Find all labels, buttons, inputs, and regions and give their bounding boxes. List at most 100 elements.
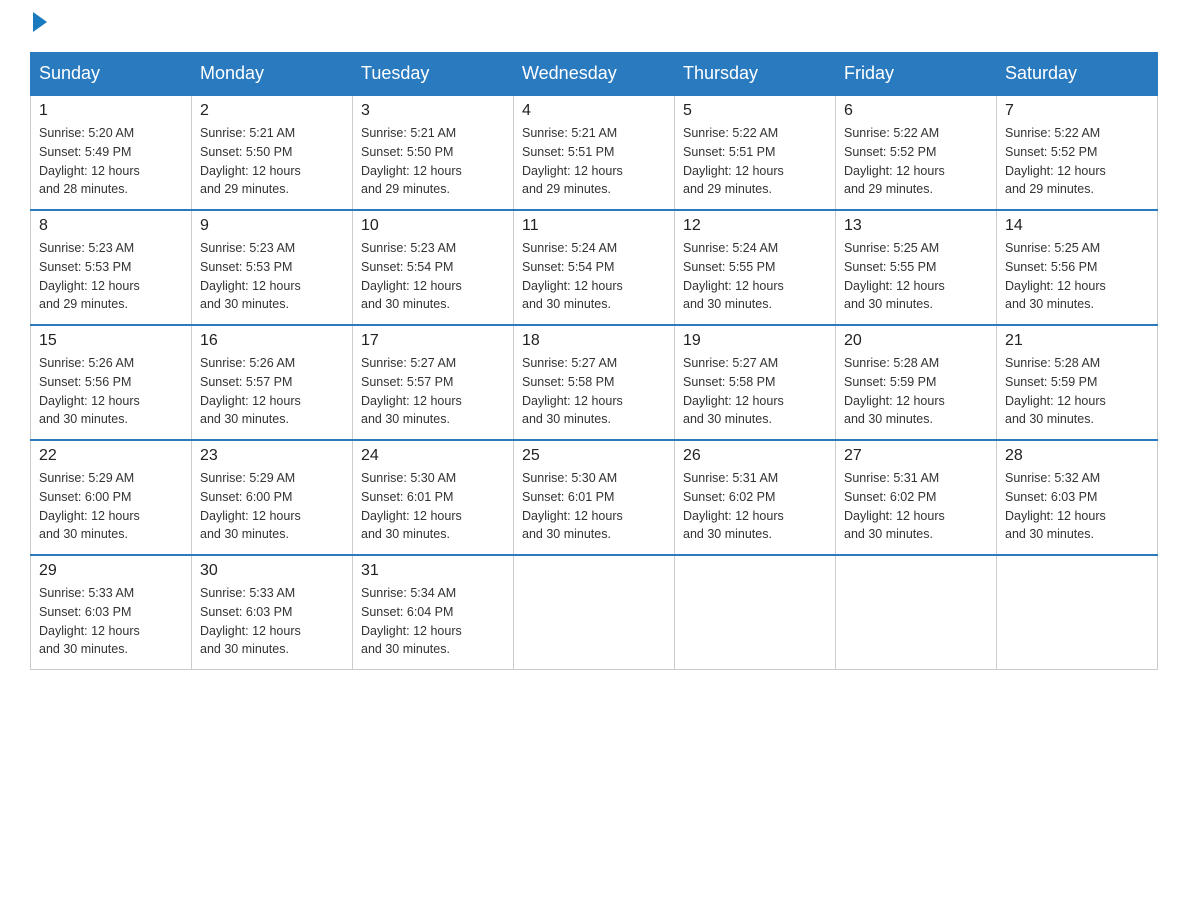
day-number: 19 [683,332,827,350]
calendar-week-row: 22 Sunrise: 5:29 AMSunset: 6:00 PMDaylig… [31,440,1158,555]
logo-arrow-icon [33,12,47,32]
day-number: 4 [522,102,666,120]
day-info: Sunrise: 5:30 AMSunset: 6:01 PMDaylight:… [361,469,505,544]
calendar-cell: 5 Sunrise: 5:22 AMSunset: 5:51 PMDayligh… [675,95,836,210]
calendar-cell: 22 Sunrise: 5:29 AMSunset: 6:00 PMDaylig… [31,440,192,555]
day-number: 31 [361,562,505,580]
day-number: 11 [522,217,666,235]
calendar-week-row: 29 Sunrise: 5:33 AMSunset: 6:03 PMDaylig… [31,555,1158,670]
day-info: Sunrise: 5:33 AMSunset: 6:03 PMDaylight:… [39,584,183,659]
day-header-saturday: Saturday [997,53,1158,96]
calendar-cell: 9 Sunrise: 5:23 AMSunset: 5:53 PMDayligh… [192,210,353,325]
calendar-cell: 15 Sunrise: 5:26 AMSunset: 5:56 PMDaylig… [31,325,192,440]
day-number: 7 [1005,102,1149,120]
calendar-cell: 29 Sunrise: 5:33 AMSunset: 6:03 PMDaylig… [31,555,192,670]
calendar-cell: 1 Sunrise: 5:20 AMSunset: 5:49 PMDayligh… [31,95,192,210]
calendar-cell: 6 Sunrise: 5:22 AMSunset: 5:52 PMDayligh… [836,95,997,210]
page-header [30,20,1158,32]
day-header-sunday: Sunday [31,53,192,96]
calendar-cell: 12 Sunrise: 5:24 AMSunset: 5:55 PMDaylig… [675,210,836,325]
day-info: Sunrise: 5:22 AMSunset: 5:51 PMDaylight:… [683,124,827,199]
calendar-cell: 23 Sunrise: 5:29 AMSunset: 6:00 PMDaylig… [192,440,353,555]
day-header-friday: Friday [836,53,997,96]
calendar-table: SundayMondayTuesdayWednesdayThursdayFrid… [30,52,1158,670]
calendar-cell: 31 Sunrise: 5:34 AMSunset: 6:04 PMDaylig… [353,555,514,670]
calendar-cell: 20 Sunrise: 5:28 AMSunset: 5:59 PMDaylig… [836,325,997,440]
day-info: Sunrise: 5:23 AMSunset: 5:53 PMDaylight:… [39,239,183,314]
logo [30,20,47,32]
day-info: Sunrise: 5:28 AMSunset: 5:59 PMDaylight:… [844,354,988,429]
day-header-row: SundayMondayTuesdayWednesdayThursdayFrid… [31,53,1158,96]
day-number: 2 [200,102,344,120]
day-number: 22 [39,447,183,465]
day-info: Sunrise: 5:31 AMSunset: 6:02 PMDaylight:… [683,469,827,544]
day-info: Sunrise: 5:23 AMSunset: 5:53 PMDaylight:… [200,239,344,314]
day-info: Sunrise: 5:21 AMSunset: 5:50 PMDaylight:… [200,124,344,199]
calendar-cell: 14 Sunrise: 5:25 AMSunset: 5:56 PMDaylig… [997,210,1158,325]
day-info: Sunrise: 5:22 AMSunset: 5:52 PMDaylight:… [1005,124,1149,199]
day-info: Sunrise: 5:34 AMSunset: 6:04 PMDaylight:… [361,584,505,659]
calendar-week-row: 1 Sunrise: 5:20 AMSunset: 5:49 PMDayligh… [31,95,1158,210]
day-info: Sunrise: 5:29 AMSunset: 6:00 PMDaylight:… [39,469,183,544]
day-number: 18 [522,332,666,350]
calendar-body: 1 Sunrise: 5:20 AMSunset: 5:49 PMDayligh… [31,95,1158,670]
day-info: Sunrise: 5:24 AMSunset: 5:55 PMDaylight:… [683,239,827,314]
day-info: Sunrise: 5:21 AMSunset: 5:50 PMDaylight:… [361,124,505,199]
calendar-cell: 27 Sunrise: 5:31 AMSunset: 6:02 PMDaylig… [836,440,997,555]
day-info: Sunrise: 5:21 AMSunset: 5:51 PMDaylight:… [522,124,666,199]
day-header-monday: Monday [192,53,353,96]
calendar-cell: 7 Sunrise: 5:22 AMSunset: 5:52 PMDayligh… [997,95,1158,210]
calendar-cell: 3 Sunrise: 5:21 AMSunset: 5:50 PMDayligh… [353,95,514,210]
calendar-week-row: 8 Sunrise: 5:23 AMSunset: 5:53 PMDayligh… [31,210,1158,325]
calendar-cell [836,555,997,670]
day-info: Sunrise: 5:20 AMSunset: 5:49 PMDaylight:… [39,124,183,199]
day-info: Sunrise: 5:23 AMSunset: 5:54 PMDaylight:… [361,239,505,314]
day-info: Sunrise: 5:27 AMSunset: 5:57 PMDaylight:… [361,354,505,429]
calendar-cell: 19 Sunrise: 5:27 AMSunset: 5:58 PMDaylig… [675,325,836,440]
day-number: 26 [683,447,827,465]
calendar-cell: 2 Sunrise: 5:21 AMSunset: 5:50 PMDayligh… [192,95,353,210]
day-number: 10 [361,217,505,235]
day-info: Sunrise: 5:25 AMSunset: 5:56 PMDaylight:… [1005,239,1149,314]
day-header-wednesday: Wednesday [514,53,675,96]
day-number: 20 [844,332,988,350]
day-number: 6 [844,102,988,120]
day-number: 3 [361,102,505,120]
calendar-cell: 8 Sunrise: 5:23 AMSunset: 5:53 PMDayligh… [31,210,192,325]
calendar-cell: 13 Sunrise: 5:25 AMSunset: 5:55 PMDaylig… [836,210,997,325]
day-number: 1 [39,102,183,120]
day-info: Sunrise: 5:22 AMSunset: 5:52 PMDaylight:… [844,124,988,199]
calendar-cell: 21 Sunrise: 5:28 AMSunset: 5:59 PMDaylig… [997,325,1158,440]
day-header-tuesday: Tuesday [353,53,514,96]
day-number: 14 [1005,217,1149,235]
calendar-header: SundayMondayTuesdayWednesdayThursdayFrid… [31,53,1158,96]
day-number: 28 [1005,447,1149,465]
day-number: 25 [522,447,666,465]
day-info: Sunrise: 5:26 AMSunset: 5:57 PMDaylight:… [200,354,344,429]
calendar-cell: 4 Sunrise: 5:21 AMSunset: 5:51 PMDayligh… [514,95,675,210]
day-info: Sunrise: 5:28 AMSunset: 5:59 PMDaylight:… [1005,354,1149,429]
day-info: Sunrise: 5:27 AMSunset: 5:58 PMDaylight:… [522,354,666,429]
day-info: Sunrise: 5:31 AMSunset: 6:02 PMDaylight:… [844,469,988,544]
calendar-cell: 18 Sunrise: 5:27 AMSunset: 5:58 PMDaylig… [514,325,675,440]
calendar-cell: 25 Sunrise: 5:30 AMSunset: 6:01 PMDaylig… [514,440,675,555]
day-number: 29 [39,562,183,580]
calendar-cell: 28 Sunrise: 5:32 AMSunset: 6:03 PMDaylig… [997,440,1158,555]
day-info: Sunrise: 5:32 AMSunset: 6:03 PMDaylight:… [1005,469,1149,544]
day-header-thursday: Thursday [675,53,836,96]
day-number: 21 [1005,332,1149,350]
day-number: 15 [39,332,183,350]
day-info: Sunrise: 5:29 AMSunset: 6:00 PMDaylight:… [200,469,344,544]
calendar-cell: 11 Sunrise: 5:24 AMSunset: 5:54 PMDaylig… [514,210,675,325]
day-info: Sunrise: 5:26 AMSunset: 5:56 PMDaylight:… [39,354,183,429]
day-info: Sunrise: 5:30 AMSunset: 6:01 PMDaylight:… [522,469,666,544]
day-number: 5 [683,102,827,120]
calendar-cell: 17 Sunrise: 5:27 AMSunset: 5:57 PMDaylig… [353,325,514,440]
day-number: 13 [844,217,988,235]
day-info: Sunrise: 5:27 AMSunset: 5:58 PMDaylight:… [683,354,827,429]
day-info: Sunrise: 5:24 AMSunset: 5:54 PMDaylight:… [522,239,666,314]
day-info: Sunrise: 5:33 AMSunset: 6:03 PMDaylight:… [200,584,344,659]
calendar-cell [514,555,675,670]
calendar-cell: 30 Sunrise: 5:33 AMSunset: 6:03 PMDaylig… [192,555,353,670]
calendar-cell [675,555,836,670]
